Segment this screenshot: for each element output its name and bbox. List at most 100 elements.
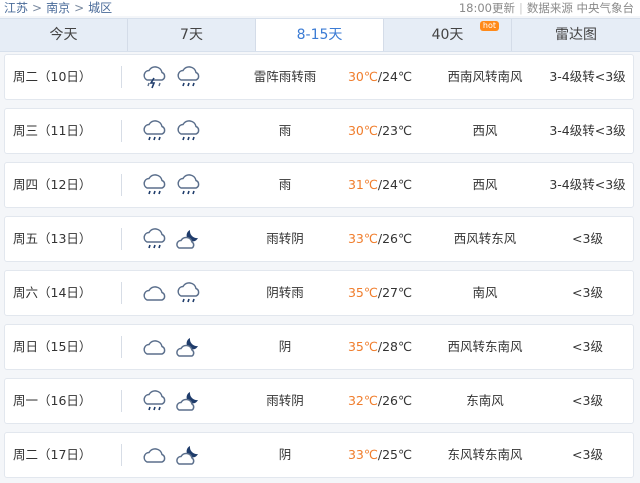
weather-icons xyxy=(141,442,205,468)
tab-radar[interactable]: 雷达图 xyxy=(512,19,640,51)
tab-label: 雷达图 xyxy=(555,27,597,43)
divider xyxy=(121,390,122,412)
high-temp: 32℃ xyxy=(347,393,378,408)
divider xyxy=(121,120,122,142)
update-meta: 18:00更新 | 数据来源 中央气象台 xyxy=(459,0,634,16)
update-time: 18:00更新 xyxy=(458,1,515,15)
tab-label: 40天 xyxy=(431,27,464,43)
forecast-row: 周二（10日） 雷阵雨转雨 30℃/24℃ 西南风转南风 3-4级转<3级 xyxy=(4,54,634,100)
wind-level: <3级 xyxy=(572,285,603,300)
forecast-day: 周一（16日） xyxy=(13,393,92,408)
forecast-row: 周一（16日） 雨转阴 32℃/26℃ 东南风 <3级 xyxy=(4,378,634,424)
forecast-day: 周二（10日） xyxy=(13,69,92,84)
breadcrumb-province[interactable]: 江苏 xyxy=(4,0,28,16)
high-temp: 33℃ xyxy=(347,231,378,246)
rain-icon xyxy=(143,390,166,411)
breadcrumb-district[interactable]: 城区 xyxy=(88,0,112,16)
condition-text: 雨 xyxy=(278,177,292,192)
tab-40-days[interactable]: 40天 hot xyxy=(384,19,512,51)
low-temp: /26℃ xyxy=(377,231,413,246)
high-temp: 31℃ xyxy=(347,177,378,192)
rain-icon xyxy=(177,120,200,141)
temperature: 35℃/28℃ xyxy=(335,325,425,369)
high-temp: 30℃ xyxy=(347,123,378,138)
overcast-night-icon xyxy=(176,392,198,411)
wind-direction: 西南风转南风 xyxy=(447,69,523,84)
condition-text: 雨转阴 xyxy=(266,231,304,246)
tab-7-days[interactable]: 7天 xyxy=(128,19,256,51)
temperature: 32℃/26℃ xyxy=(335,379,425,423)
wind-level: <3级 xyxy=(572,393,603,408)
wind-direction: 东风转东南风 xyxy=(447,447,523,462)
rain-icon xyxy=(143,174,166,195)
rain-icon xyxy=(143,228,166,249)
condition-text: 阴 xyxy=(278,447,292,462)
overcast-night-icon xyxy=(176,230,198,249)
wind-level: 3-4级转<3级 xyxy=(549,177,626,192)
weather-icons xyxy=(141,388,205,414)
forecast-day: 周五（13日） xyxy=(13,231,92,246)
wind-level: <3级 xyxy=(572,231,603,246)
wind-direction: 南风 xyxy=(472,285,498,300)
weather-icons xyxy=(141,64,205,90)
rain-icon xyxy=(143,120,166,141)
low-temp: /23℃ xyxy=(377,123,413,138)
cloud-icon xyxy=(143,340,166,355)
high-temp: 35℃ xyxy=(347,339,378,354)
divider xyxy=(121,282,122,304)
wind-level: <3级 xyxy=(572,447,603,462)
low-temp: /27℃ xyxy=(377,285,413,300)
condition-text: 雷阵雨转雨 xyxy=(253,69,317,84)
forecast-tabs: 今天 7天 8-15天 40天 hot 雷达图 xyxy=(0,18,640,52)
temperature: 35℃/27℃ xyxy=(335,271,425,315)
wind-direction: 西风转东风 xyxy=(453,231,517,246)
forecast-day: 周四（12日） xyxy=(13,177,92,192)
wind-level: 3-4级转<3级 xyxy=(549,123,626,138)
rain-icon xyxy=(177,66,200,87)
wind-level: 3-4级转<3级 xyxy=(549,69,626,84)
rain-icon xyxy=(177,282,200,303)
forecast-row: 周六（14日） 阴转雨 35℃/27℃ 南风 <3级 xyxy=(4,270,634,316)
condition-text: 雨 xyxy=(278,123,292,138)
weather-icons xyxy=(141,280,205,306)
condition-text: 雨转阴 xyxy=(266,393,304,408)
forecast-day: 周日（15日） xyxy=(13,339,92,354)
condition-text: 阴转雨 xyxy=(266,285,304,300)
tab-label: 8-15天 xyxy=(296,27,343,43)
temperature: 33℃/26℃ xyxy=(335,217,425,261)
temperature: 30℃/24℃ xyxy=(335,55,425,99)
weather-icons xyxy=(141,172,205,198)
thunder-rain-icon xyxy=(143,66,166,89)
top-bar: 江苏 > 南京 > 城区 18:00更新 | 数据来源 中央气象台 xyxy=(0,0,640,16)
meta-divider: | xyxy=(518,1,523,15)
divider xyxy=(121,66,122,88)
weather-icons xyxy=(141,334,205,360)
condition-text: 阴 xyxy=(278,339,292,354)
tab-today[interactable]: 今天 xyxy=(0,19,128,51)
temperature: 30℃/23℃ xyxy=(335,109,425,153)
weather-icons xyxy=(141,226,205,252)
tab-label: 7天 xyxy=(180,27,203,43)
low-temp: /28℃ xyxy=(377,339,413,354)
breadcrumb-city[interactable]: 南京 xyxy=(46,0,70,16)
low-temp: /26℃ xyxy=(377,393,413,408)
temperature: 31℃/24℃ xyxy=(335,163,425,207)
tab-8-15-days[interactable]: 8-15天 xyxy=(256,19,384,51)
forecast-row: 周日（15日） 阴 35℃/28℃ 西风转东南风 <3级 xyxy=(4,324,634,370)
wind-direction: 西风转东南风 xyxy=(447,339,523,354)
breadcrumb: 江苏 > 南京 > 城区 xyxy=(4,0,112,16)
cloud-icon xyxy=(143,448,166,463)
divider xyxy=(121,444,122,466)
divider xyxy=(121,336,122,358)
forecast-row: 周二（17日） 阴 33℃/25℃ 东风转东南风 <3级 xyxy=(4,432,634,478)
wind-direction: 西风 xyxy=(472,177,498,192)
low-temp: /25℃ xyxy=(377,447,413,462)
cloud-icon xyxy=(143,286,166,301)
low-temp: /24℃ xyxy=(377,69,413,84)
tab-label: 今天 xyxy=(49,27,78,43)
high-temp: 33℃ xyxy=(347,447,378,462)
forecast-row: 周四（12日） 雨 31℃/24℃ 西风 3-4级转<3级 xyxy=(4,162,634,208)
forecast-row: 周三（11日） 雨 30℃/23℃ 西风 3-4级转<3级 xyxy=(4,108,634,154)
wind-level: <3级 xyxy=(572,339,603,354)
low-temp: /24℃ xyxy=(377,177,413,192)
